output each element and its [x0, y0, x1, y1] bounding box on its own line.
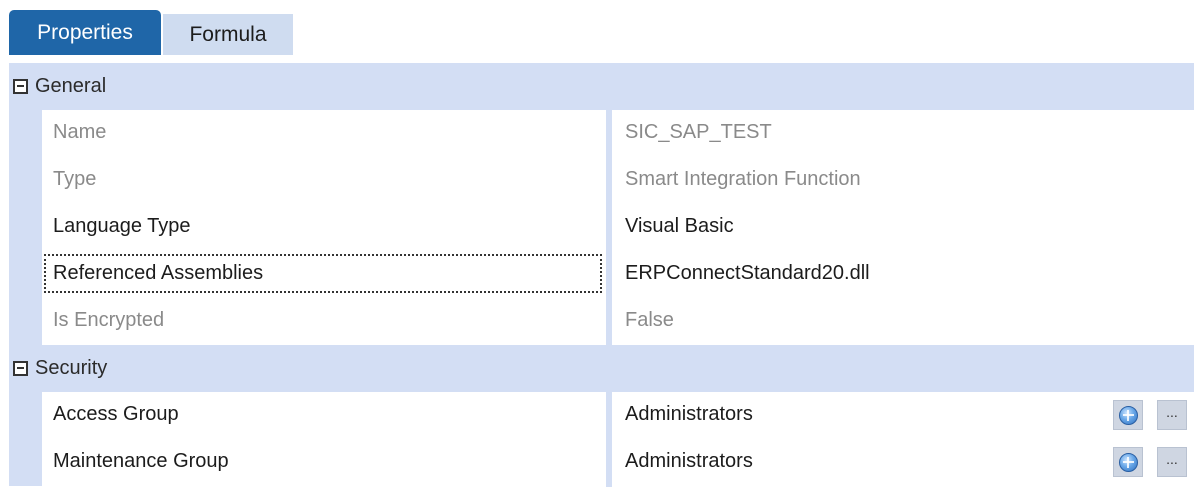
property-label: Name — [53, 121, 107, 143]
property-value: False — [625, 309, 674, 331]
category-security[interactable]: Security — [9, 345, 1194, 392]
property-row-access-group[interactable]: Access Group Administrators ... — [9, 392, 1194, 439]
property-row-language-type[interactable]: Language Type Visual Basic — [9, 204, 1194, 251]
property-label: Is Encrypted — [53, 309, 165, 331]
ellipsis-button[interactable]: ... — [1157, 447, 1187, 477]
column-splitter[interactable] — [606, 63, 612, 487]
property-row-maintenance-group[interactable]: Maintenance Group Administrators ... — [9, 439, 1194, 486]
globe-icon — [1119, 453, 1138, 472]
property-row-is-encrypted[interactable]: Is Encrypted False — [9, 298, 1194, 345]
property-value[interactable]: Administrators — [625, 439, 753, 484]
property-label: Referenced Assemblies — [53, 262, 264, 284]
property-value[interactable]: Visual Basic — [625, 204, 734, 249]
property-row-name[interactable]: Name SIC_SAP_TEST — [9, 110, 1194, 157]
collapse-toggle-icon[interactable] — [13, 79, 28, 94]
property-label: Access Group — [53, 403, 179, 425]
property-value[interactable]: Administrators — [625, 392, 753, 437]
tab-properties[interactable]: Properties — [9, 10, 161, 55]
property-value[interactable]: ERPConnectStandard20.dll — [625, 251, 870, 296]
property-row-type[interactable]: Type Smart Integration Function — [9, 157, 1194, 204]
ellipsis-button[interactable]: ... — [1157, 400, 1187, 430]
collapse-toggle-icon[interactable] — [13, 361, 28, 376]
globe-icon — [1119, 406, 1138, 425]
property-label: Type — [53, 168, 97, 190]
category-label: General — [35, 75, 107, 97]
category-label: Security — [35, 357, 108, 379]
property-grid: General Name SIC_SAP_TEST Type Smart Int… — [9, 63, 1194, 487]
property-row-referenced-assemblies[interactable]: Referenced Assemblies ERPConnectStandard… — [9, 251, 1194, 298]
property-value: SIC_SAP_TEST — [625, 121, 772, 143]
group-picker-button[interactable] — [1113, 400, 1143, 430]
property-label: Maintenance Group — [53, 450, 229, 472]
group-picker-button[interactable] — [1113, 447, 1143, 477]
tab-formula[interactable]: Formula — [163, 14, 293, 55]
category-general[interactable]: General — [9, 63, 1194, 110]
property-label: Language Type — [53, 215, 191, 237]
property-value: Smart Integration Function — [625, 168, 861, 190]
